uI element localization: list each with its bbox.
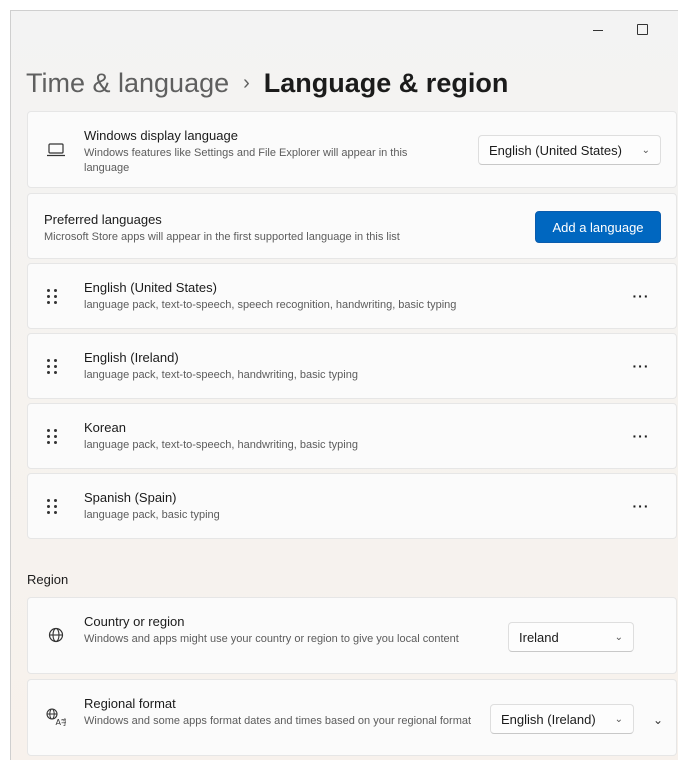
drag-handle-icon[interactable] — [46, 428, 60, 446]
breadcrumb-current: Language & region — [263, 67, 509, 98]
language-name: Korean — [84, 420, 126, 435]
language-name: English (Ireland) — [84, 350, 179, 365]
chevron-down-icon: ⌄ — [641, 144, 650, 156]
regional-format-dropdown[interactable]: English (Ireland) ⌄ — [490, 704, 634, 734]
display-language-card: Windows display language Windows feature… — [27, 111, 677, 188]
country-region-dropdown[interactable]: Ireland ⌄ — [508, 622, 634, 652]
maximize-button[interactable] — [625, 17, 659, 41]
more-options-button[interactable]: ··· — [626, 354, 656, 378]
page-title: Time & language › Language & region — [26, 63, 508, 103]
svg-text:A字: A字 — [56, 717, 67, 726]
more-options-button[interactable]: ··· — [626, 424, 656, 448]
display-language-description: Windows features like Settings and File … — [84, 147, 408, 174]
regional-format-selected: English (Ireland) — [501, 711, 596, 727]
regional-format-card[interactable]: A字 Regional format Windows and some apps… — [27, 679, 677, 756]
language-features: language pack, basic typing — [84, 509, 220, 521]
language-features: language pack, text-to-speech, handwriti… — [84, 439, 358, 451]
settings-window: × Time & language › Language & region Wi… — [10, 10, 678, 760]
more-options-button[interactable]: ··· — [626, 494, 656, 518]
language-name: Spanish (Spain) — [84, 490, 177, 505]
country-region-selected: Ireland — [519, 629, 559, 645]
display-language-selected: English (United States) — [489, 142, 622, 158]
preferred-languages-title: Preferred languages — [44, 212, 162, 227]
close-button[interactable]: × — [667, 17, 678, 41]
language-item[interactable]: English (United States) language pack, t… — [27, 263, 677, 329]
country-region-description: Windows and apps might use your country … — [84, 633, 459, 645]
breadcrumb-parent[interactable]: Time & language — [26, 68, 229, 99]
drag-handle-icon[interactable] — [46, 358, 60, 376]
expand-chevron-icon[interactable]: ⌄ — [648, 710, 668, 730]
preferred-languages-card: Preferred languages Microsoft Store apps… — [27, 193, 677, 259]
language-features: language pack, text-to-speech, handwriti… — [84, 369, 358, 381]
regional-format-title: Regional format — [84, 696, 176, 711]
language-format-icon: A字 — [46, 707, 66, 727]
add-language-button[interactable]: Add a language — [535, 211, 661, 243]
minimize-button[interactable] — [581, 17, 615, 41]
regional-format-description: Windows and some apps format dates and t… — [84, 715, 472, 727]
language-item[interactable]: English (Ireland) language pack, text-to… — [27, 333, 677, 399]
minimize-icon — [593, 29, 603, 31]
country-region-title: Country or region — [84, 614, 185, 629]
preferred-languages-description: Microsoft Store apps will appear in the … — [44, 231, 400, 243]
country-region-card: Country or region Windows and apps might… — [27, 597, 677, 674]
drag-handle-icon[interactable] — [46, 498, 60, 516]
region-section-label: Region — [27, 572, 69, 587]
language-item[interactable]: Korean language pack, text-to-speech, ha… — [27, 403, 677, 469]
breadcrumb-separator-icon: › — [243, 71, 250, 94]
language-features: language pack, text-to-speech, speech re… — [84, 299, 457, 311]
language-item[interactable]: Spanish (Spain) language pack, basic typ… — [27, 473, 677, 539]
drag-handle-icon[interactable] — [46, 288, 60, 306]
display-language-dropdown[interactable]: English (United States) ⌄ — [478, 135, 661, 165]
chevron-down-icon: ⌄ — [614, 713, 623, 725]
maximize-icon — [636, 23, 648, 35]
language-name: English (United States) — [84, 280, 217, 295]
laptop-icon — [46, 140, 66, 160]
display-language-title: Windows display language — [84, 128, 238, 143]
more-options-button[interactable]: ··· — [626, 284, 656, 308]
globe-icon — [46, 625, 66, 645]
chevron-down-icon: ⌄ — [614, 631, 623, 643]
